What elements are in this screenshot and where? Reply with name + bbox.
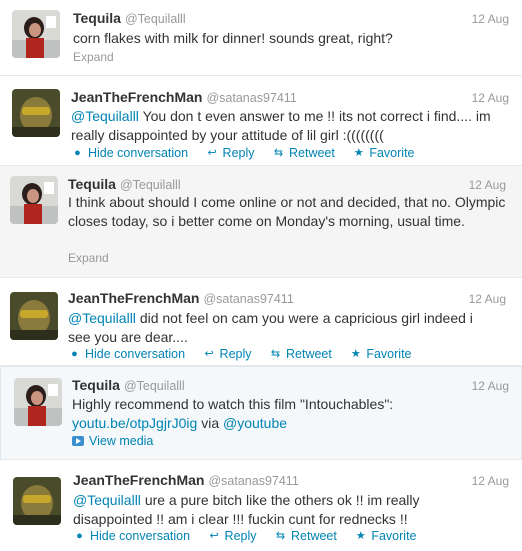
avatar-jean[interactable] <box>10 292 58 340</box>
tweet[interactable]: Tequila @Tequilalll 12 Aug corn flakes wi… <box>0 0 522 76</box>
tweet-header: JeanTheFrenchMan @satanas97411 <box>68 290 294 308</box>
retweet-button[interactable]: ⇆ Retweet <box>269 347 332 361</box>
expand-link[interactable]: Expand <box>73 50 114 64</box>
tweet-text: corn flakes with milk for dinner! sounds… <box>73 30 393 46</box>
hide-conversation-button[interactable]: ● Hide conversation <box>73 529 190 543</box>
speech-bubble-icon: ● <box>76 530 83 542</box>
user-handle[interactable]: @Tequilalll <box>124 379 185 393</box>
tweet-actions: ● Hide conversation ↩ Reply ⇆ Retweet ★ Favo… <box>71 145 429 161</box>
avatar-jean[interactable] <box>13 477 61 525</box>
user-handle[interactable]: @Tequilalll <box>125 12 186 26</box>
user-handle[interactable]: @satanas97411 <box>203 292 293 306</box>
tweet[interactable]: Tequila @Tequilalll 12 Aug I think about … <box>0 166 522 278</box>
tweet[interactable]: JeanTheFrenchMan @satanas97411 12 Aug @Te… <box>0 278 522 366</box>
tweet-date[interactable]: 12 Aug <box>469 292 506 306</box>
user-name[interactable]: Tequila <box>72 377 120 393</box>
retweet-button[interactable]: ⇆ Retweet <box>274 529 337 543</box>
user-name[interactable]: Tequila <box>73 10 121 26</box>
conversation-feed: Tequila @Tequilalll 12 Aug corn flakes wi… <box>0 0 522 551</box>
avatar-tequila[interactable] <box>14 378 62 426</box>
tweet-text: @Tequilalll did not feel on cam you were… <box>68 309 488 347</box>
tweet-header: JeanTheFrenchMan @satanas97411 <box>73 472 299 490</box>
play-video-icon <box>72 436 84 446</box>
avatar-tequila[interactable] <box>12 10 60 58</box>
video-link[interactable]: youtu.be/otpJgjrJ0ig <box>72 415 197 431</box>
mention-link[interactable]: @Tequilalll <box>71 108 139 124</box>
tweet-text: Highly recommend to watch this film "Int… <box>72 395 502 433</box>
user-handle[interactable]: @Tequilalll <box>120 178 181 192</box>
tweet-header: Tequila @Tequilalll <box>68 176 181 194</box>
star-icon: ★ <box>353 147 364 159</box>
tweet-actions: ● Hide conversation ↩ Reply ⇆ Retweet ★ Favo… <box>73 528 431 544</box>
reply-arrow-icon: ↩ <box>209 530 219 542</box>
user-handle[interactable]: @satanas97411 <box>208 474 298 488</box>
favorite-button[interactable]: ★ Favorite <box>349 347 412 361</box>
reply-button[interactable]: ↩ Reply <box>203 347 251 361</box>
via-text: via <box>201 415 220 431</box>
tweet-date[interactable]: 12 Aug <box>472 12 509 26</box>
tweet-text: I think about should I come online or no… <box>68 194 506 229</box>
view-media-button[interactable]: View media <box>72 434 153 448</box>
tweet[interactable]: JeanTheFrenchMan @satanas97411 12 Aug @Te… <box>0 76 522 166</box>
retweet-button[interactable]: ⇆ Retweet <box>272 146 335 160</box>
tweet-header: Tequila @Tequilalll <box>73 10 186 28</box>
tweet-actions: ● Hide conversation ↩ Reply ⇆ Retweet ★ Favo… <box>68 346 426 362</box>
tweet-date[interactable]: 12 Aug <box>469 178 506 192</box>
hide-conversation-button[interactable]: ● Hide conversation <box>68 347 185 361</box>
tweet-date[interactable]: 12 Aug <box>472 91 509 105</box>
speech-bubble-icon: ● <box>71 348 78 360</box>
tweet-text: @Tequilalll ure a pure bitch like the ot… <box>73 491 493 529</box>
tweet[interactable]: JeanTheFrenchMan @satanas97411 12 Aug @Te… <box>0 460 522 551</box>
avatar-jean[interactable] <box>12 89 60 137</box>
favorite-button[interactable]: ★ Favorite <box>352 146 415 160</box>
speech-bubble-icon: ● <box>74 147 81 159</box>
tweet-body: Highly recommend to watch this film "Int… <box>72 396 394 412</box>
mention-link[interactable]: @youtube <box>223 415 287 431</box>
mention-link[interactable]: @Tequilalll <box>68 310 136 326</box>
tweet-date[interactable]: 12 Aug <box>472 474 509 488</box>
retweet-icon: ⇆ <box>275 530 286 542</box>
user-name[interactable]: JeanTheFrenchMan <box>71 89 202 105</box>
tweet-header: JeanTheFrenchMan @satanas97411 <box>71 89 297 107</box>
tweet-text: @Tequilalll You don t even answer to me … <box>71 107 505 145</box>
reply-arrow-icon: ↩ <box>207 147 217 159</box>
reply-arrow-icon: ↩ <box>204 348 214 360</box>
retweet-icon: ⇆ <box>270 348 281 360</box>
user-name[interactable]: JeanTheFrenchMan <box>73 472 204 488</box>
avatar-tequila[interactable] <box>10 176 58 224</box>
reply-button[interactable]: ↩ Reply <box>208 529 256 543</box>
reply-button[interactable]: ↩ Reply <box>206 146 254 160</box>
user-handle[interactable]: @satanas97411 <box>206 91 296 105</box>
tweet-date[interactable]: 12 Aug <box>472 379 509 393</box>
user-name[interactable]: Tequila <box>68 176 116 192</box>
mention-link[interactable]: @Tequilalll <box>73 492 141 508</box>
expand-link[interactable]: Expand <box>68 251 109 265</box>
tweet-header: Tequila @Tequilalll <box>72 377 185 395</box>
hide-conversation-button[interactable]: ● Hide conversation <box>71 146 188 160</box>
star-icon: ★ <box>350 348 361 360</box>
tweet[interactable]: Tequila @Tequilalll 12 Aug Highly recomme… <box>0 366 522 460</box>
retweet-icon: ⇆ <box>273 147 284 159</box>
star-icon: ★ <box>355 530 366 542</box>
favorite-button[interactable]: ★ Favorite <box>354 529 417 543</box>
user-name[interactable]: JeanTheFrenchMan <box>68 290 199 306</box>
